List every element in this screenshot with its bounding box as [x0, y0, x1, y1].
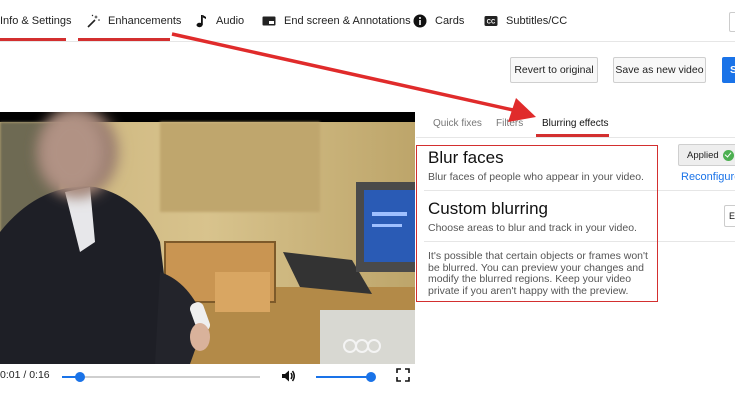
tab-cards[interactable]: Cards — [413, 0, 464, 42]
magic-wand-icon — [86, 14, 100, 28]
tab-filters[interactable]: Filters — [496, 118, 523, 129]
volume-icon[interactable] — [280, 368, 296, 389]
tab-audio[interactable]: Audio — [194, 0, 244, 42]
info-icon — [413, 14, 427, 28]
tab-info-settings[interactable]: Info & Settings — [0, 0, 72, 42]
tab-end-screen-label: End screen & Annotations — [284, 15, 411, 27]
edit-custom-blurring-button[interactable]: E — [724, 205, 735, 227]
save-as-new-video-button[interactable]: Save as new video — [613, 57, 706, 83]
video-controls: 0:01 / 0:16 — [0, 364, 415, 388]
end-screen-icon — [262, 14, 276, 28]
check-icon — [722, 149, 734, 161]
cc-icon: CC — [484, 14, 498, 28]
revert-to-original-button[interactable]: Revert to original — [510, 57, 598, 83]
tab-enhancements[interactable]: Enhancements — [86, 0, 181, 42]
tab-subtitles[interactable]: CC Subtitles/CC — [484, 0, 567, 42]
blurring-tab-active-underline — [536, 134, 609, 137]
volume-handle[interactable] — [366, 372, 377, 382]
time-display: 0:01 / 0:16 — [0, 369, 50, 381]
music-note-icon — [194, 14, 208, 28]
tab-enhancements-label: Enhancements — [108, 15, 182, 27]
annotation-highlight-box — [416, 145, 658, 302]
save-button[interactable]: S — [722, 57, 735, 83]
tab-info-settings-label: Info & Settings — [0, 15, 72, 27]
info-tab-annotation-underline — [0, 38, 66, 41]
enhancements-tab-annotation-underline — [78, 38, 170, 41]
volume-level — [316, 376, 372, 378]
tab-audio-label: Audio — [216, 15, 245, 27]
video-frame-image — [0, 112, 415, 364]
tab-blurring-effects[interactable]: Blurring effects — [542, 118, 609, 129]
applied-status-button[interactable]: Applied — [678, 144, 735, 166]
top-tab-bar: Info & Settings Enhancements Audio End s… — [0, 0, 735, 42]
seek-bar-handle[interactable] — [74, 372, 85, 382]
edge-control[interactable] — [729, 12, 735, 32]
tab-cards-label: Cards — [435, 15, 465, 27]
reconfigure-link[interactable]: Reconfigure — [681, 171, 735, 183]
tab-subtitles-label: Subtitles/CC — [506, 15, 568, 27]
video-preview[interactable] — [0, 112, 415, 364]
tab-end-screen-annotations[interactable]: End screen & Annotations — [262, 0, 411, 42]
volume-slider[interactable] — [316, 372, 377, 382]
fullscreen-icon[interactable] — [396, 368, 410, 387]
svg-text:CC: CC — [487, 20, 496, 26]
applied-label: Applied — [687, 149, 719, 161]
tab-quick-fixes[interactable]: Quick fixes — [433, 118, 482, 129]
seek-bar[interactable] — [62, 372, 260, 382]
